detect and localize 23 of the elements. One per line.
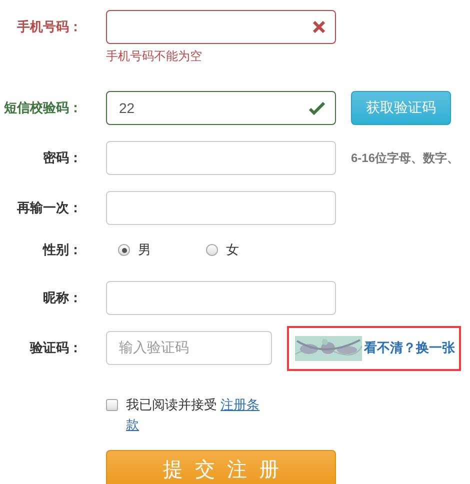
get-code-button[interactable]: 获取验证码 xyxy=(351,91,451,125)
field-label: 密码： xyxy=(42,149,82,167)
submit-button[interactable]: 提交注册 xyxy=(106,450,336,484)
error-icon xyxy=(313,21,325,33)
field-label: 再输一次： xyxy=(16,199,82,217)
input-field[interactable] xyxy=(106,10,336,44)
field-label: 性别： xyxy=(42,241,82,259)
password-hint: 6-16位字母、数字、 xyxy=(351,150,460,166)
field-label: 昵称： xyxy=(42,289,82,307)
field-label: 短信校验码： xyxy=(3,99,82,117)
checkbox[interactable] xyxy=(106,399,118,411)
check-icon xyxy=(309,102,325,114)
field-label: 验证码： xyxy=(28,339,82,357)
error-message: 手机号码不能为空 xyxy=(106,48,203,64)
radio-button[interactable] xyxy=(118,244,130,256)
agreement-text: 我已阅读并接受 注册条款 xyxy=(126,396,261,434)
radio-button[interactable] xyxy=(206,244,218,256)
radio-label: 女 xyxy=(226,241,239,259)
field-label: 手机号码： xyxy=(16,18,82,36)
captcha-field[interactable]: 输入验证码 xyxy=(106,331,272,365)
input-field[interactable]: 22 xyxy=(106,91,336,125)
refresh-captcha-link[interactable]: 看不清？换一张 xyxy=(364,339,455,357)
radio-label: 男 xyxy=(138,241,151,259)
